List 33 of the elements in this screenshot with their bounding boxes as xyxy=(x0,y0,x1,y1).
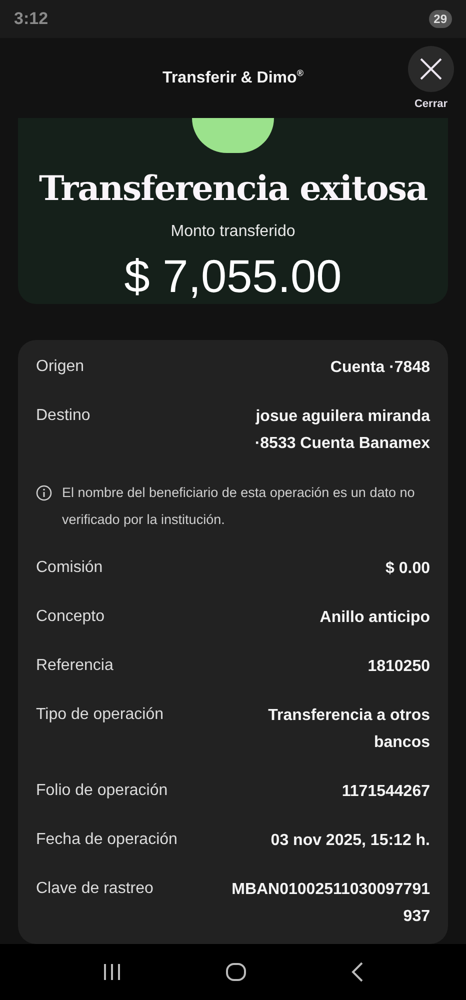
notice-text: El nombre del beneficiario de esta operación es un dato no verificado por la institución. xyxy=(62,484,416,529)
detail-value: 03 nov 2025, 15:12 h. xyxy=(270,831,430,851)
detail-value: Transferencia a otros bancos xyxy=(267,706,430,753)
status-time: 3:12 xyxy=(14,9,48,29)
recent-apps-icon[interactable] xyxy=(102,964,121,980)
detail-value: ·8533 Cuenta Banamex xyxy=(254,434,430,454)
detail-value: 1171544267 xyxy=(342,782,430,802)
detail-value: $ 0.00 xyxy=(386,559,430,579)
detail-label: Concepto xyxy=(36,607,104,627)
detail-label: Destino xyxy=(36,406,90,426)
info-icon xyxy=(36,485,52,501)
detail-label: Comisión xyxy=(36,558,103,578)
detail-label: Fecha de operación xyxy=(36,830,178,850)
detail-label: Tipo de operación xyxy=(36,705,164,725)
detail-label: Origen xyxy=(36,357,84,377)
detail-value: Cuenta ·7848 xyxy=(330,358,430,378)
detail-value: Anillo anticipo xyxy=(320,608,430,628)
detail-label: Folio de operación xyxy=(36,781,168,801)
amount-value: $ 7,055.00 xyxy=(124,249,342,303)
detail-label: Clave de rastreo xyxy=(36,879,154,899)
close-icon xyxy=(420,58,442,80)
detail-value: josue aguilera miranda xyxy=(256,407,430,427)
back-icon[interactable] xyxy=(351,962,364,982)
detail-label: Referencia xyxy=(36,656,114,676)
detail-value: MBAN01002511030097791937 xyxy=(230,880,430,927)
success-title: Transferencia exitosa xyxy=(38,169,427,209)
amount-label: Monto transferido xyxy=(170,223,296,241)
screen-title: Transferir & Dimo$^{®}$ xyxy=(162,68,304,88)
close-button[interactable] xyxy=(408,46,454,92)
detail-value: 1810250 xyxy=(368,657,430,677)
home-icon[interactable] xyxy=(226,963,246,981)
battery-level: 29 xyxy=(428,10,452,28)
close-label: Cerrar xyxy=(414,98,448,110)
